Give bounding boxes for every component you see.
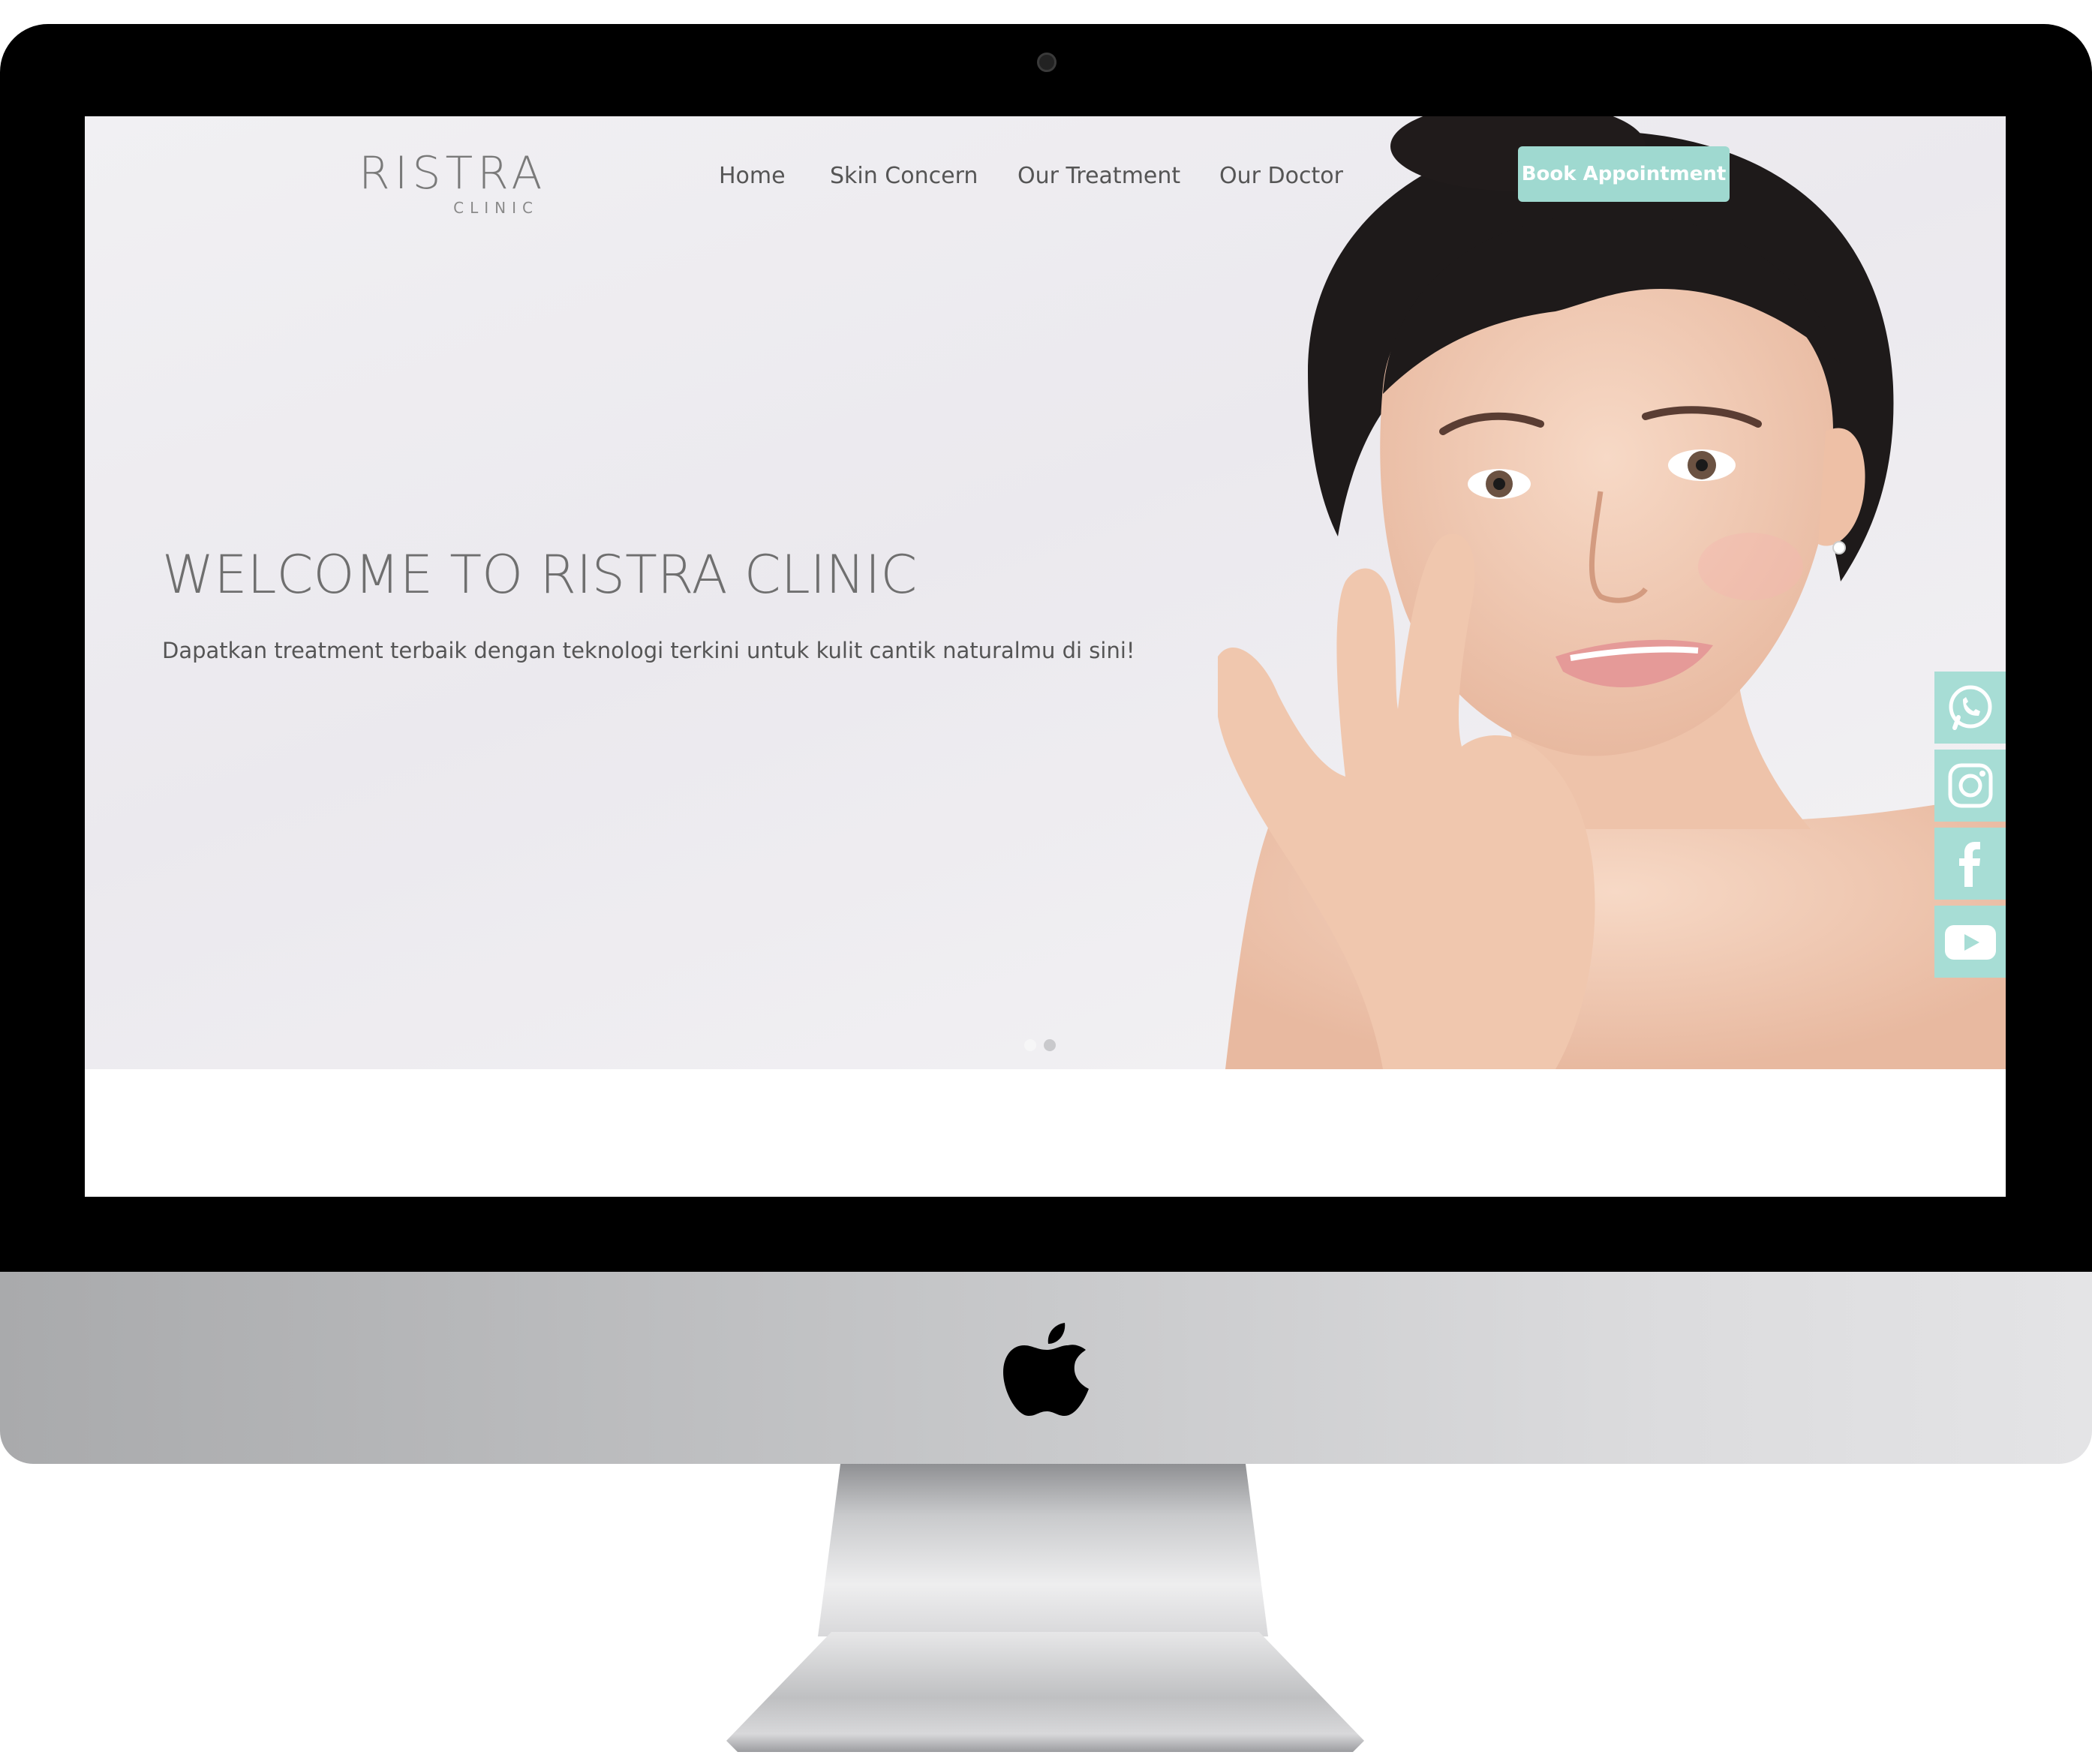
apple-logo-icon <box>1003 1323 1089 1416</box>
nav-item-skin-concern[interactable]: Skin Concern <box>830 163 978 189</box>
webcam <box>1037 53 1057 72</box>
monitor-stand-neck <box>818 1464 1268 1636</box>
hero-model-photo <box>1218 116 2006 1069</box>
brand-name: RISTRA <box>359 147 547 200</box>
book-appointment-button[interactable]: Book Appointment <box>1518 146 1730 202</box>
whatsapp-button[interactable] <box>1934 672 2006 744</box>
hero-title: WELCOME TO RISTRA CLINIC <box>162 544 918 606</box>
instagram-button[interactable] <box>1934 750 2006 822</box>
nav-item-our-treatment[interactable]: Our Treatment <box>1017 163 1180 189</box>
monitor-stand-foot <box>726 1632 1364 1752</box>
youtube-button[interactable] <box>1934 906 2006 978</box>
facebook-button[interactable] <box>1934 828 2006 900</box>
brand-tagline: CLINIC <box>453 199 539 217</box>
hero-subtitle: Dapatkan treatment terbaik dengan teknol… <box>162 638 1135 663</box>
youtube-icon <box>1944 925 1996 960</box>
brand-logo[interactable]: RISTRA CLINIC <box>359 146 542 217</box>
carousel-dot-1[interactable] <box>1024 1039 1036 1051</box>
hero-section: RISTRA CLINIC Home Skin Concern Our Trea… <box>85 116 2006 1069</box>
nav-item-home[interactable]: Home <box>719 163 786 189</box>
screen: RISTRA CLINIC Home Skin Concern Our Trea… <box>85 116 2006 1197</box>
nav-item-our-doctor[interactable]: Our Doctor <box>1219 163 1343 189</box>
whatsapp-icon <box>1949 685 1991 730</box>
carousel-dot-2[interactable] <box>1044 1039 1056 1051</box>
facebook-icon <box>1958 842 1980 887</box>
instagram-icon <box>1948 763 1992 808</box>
